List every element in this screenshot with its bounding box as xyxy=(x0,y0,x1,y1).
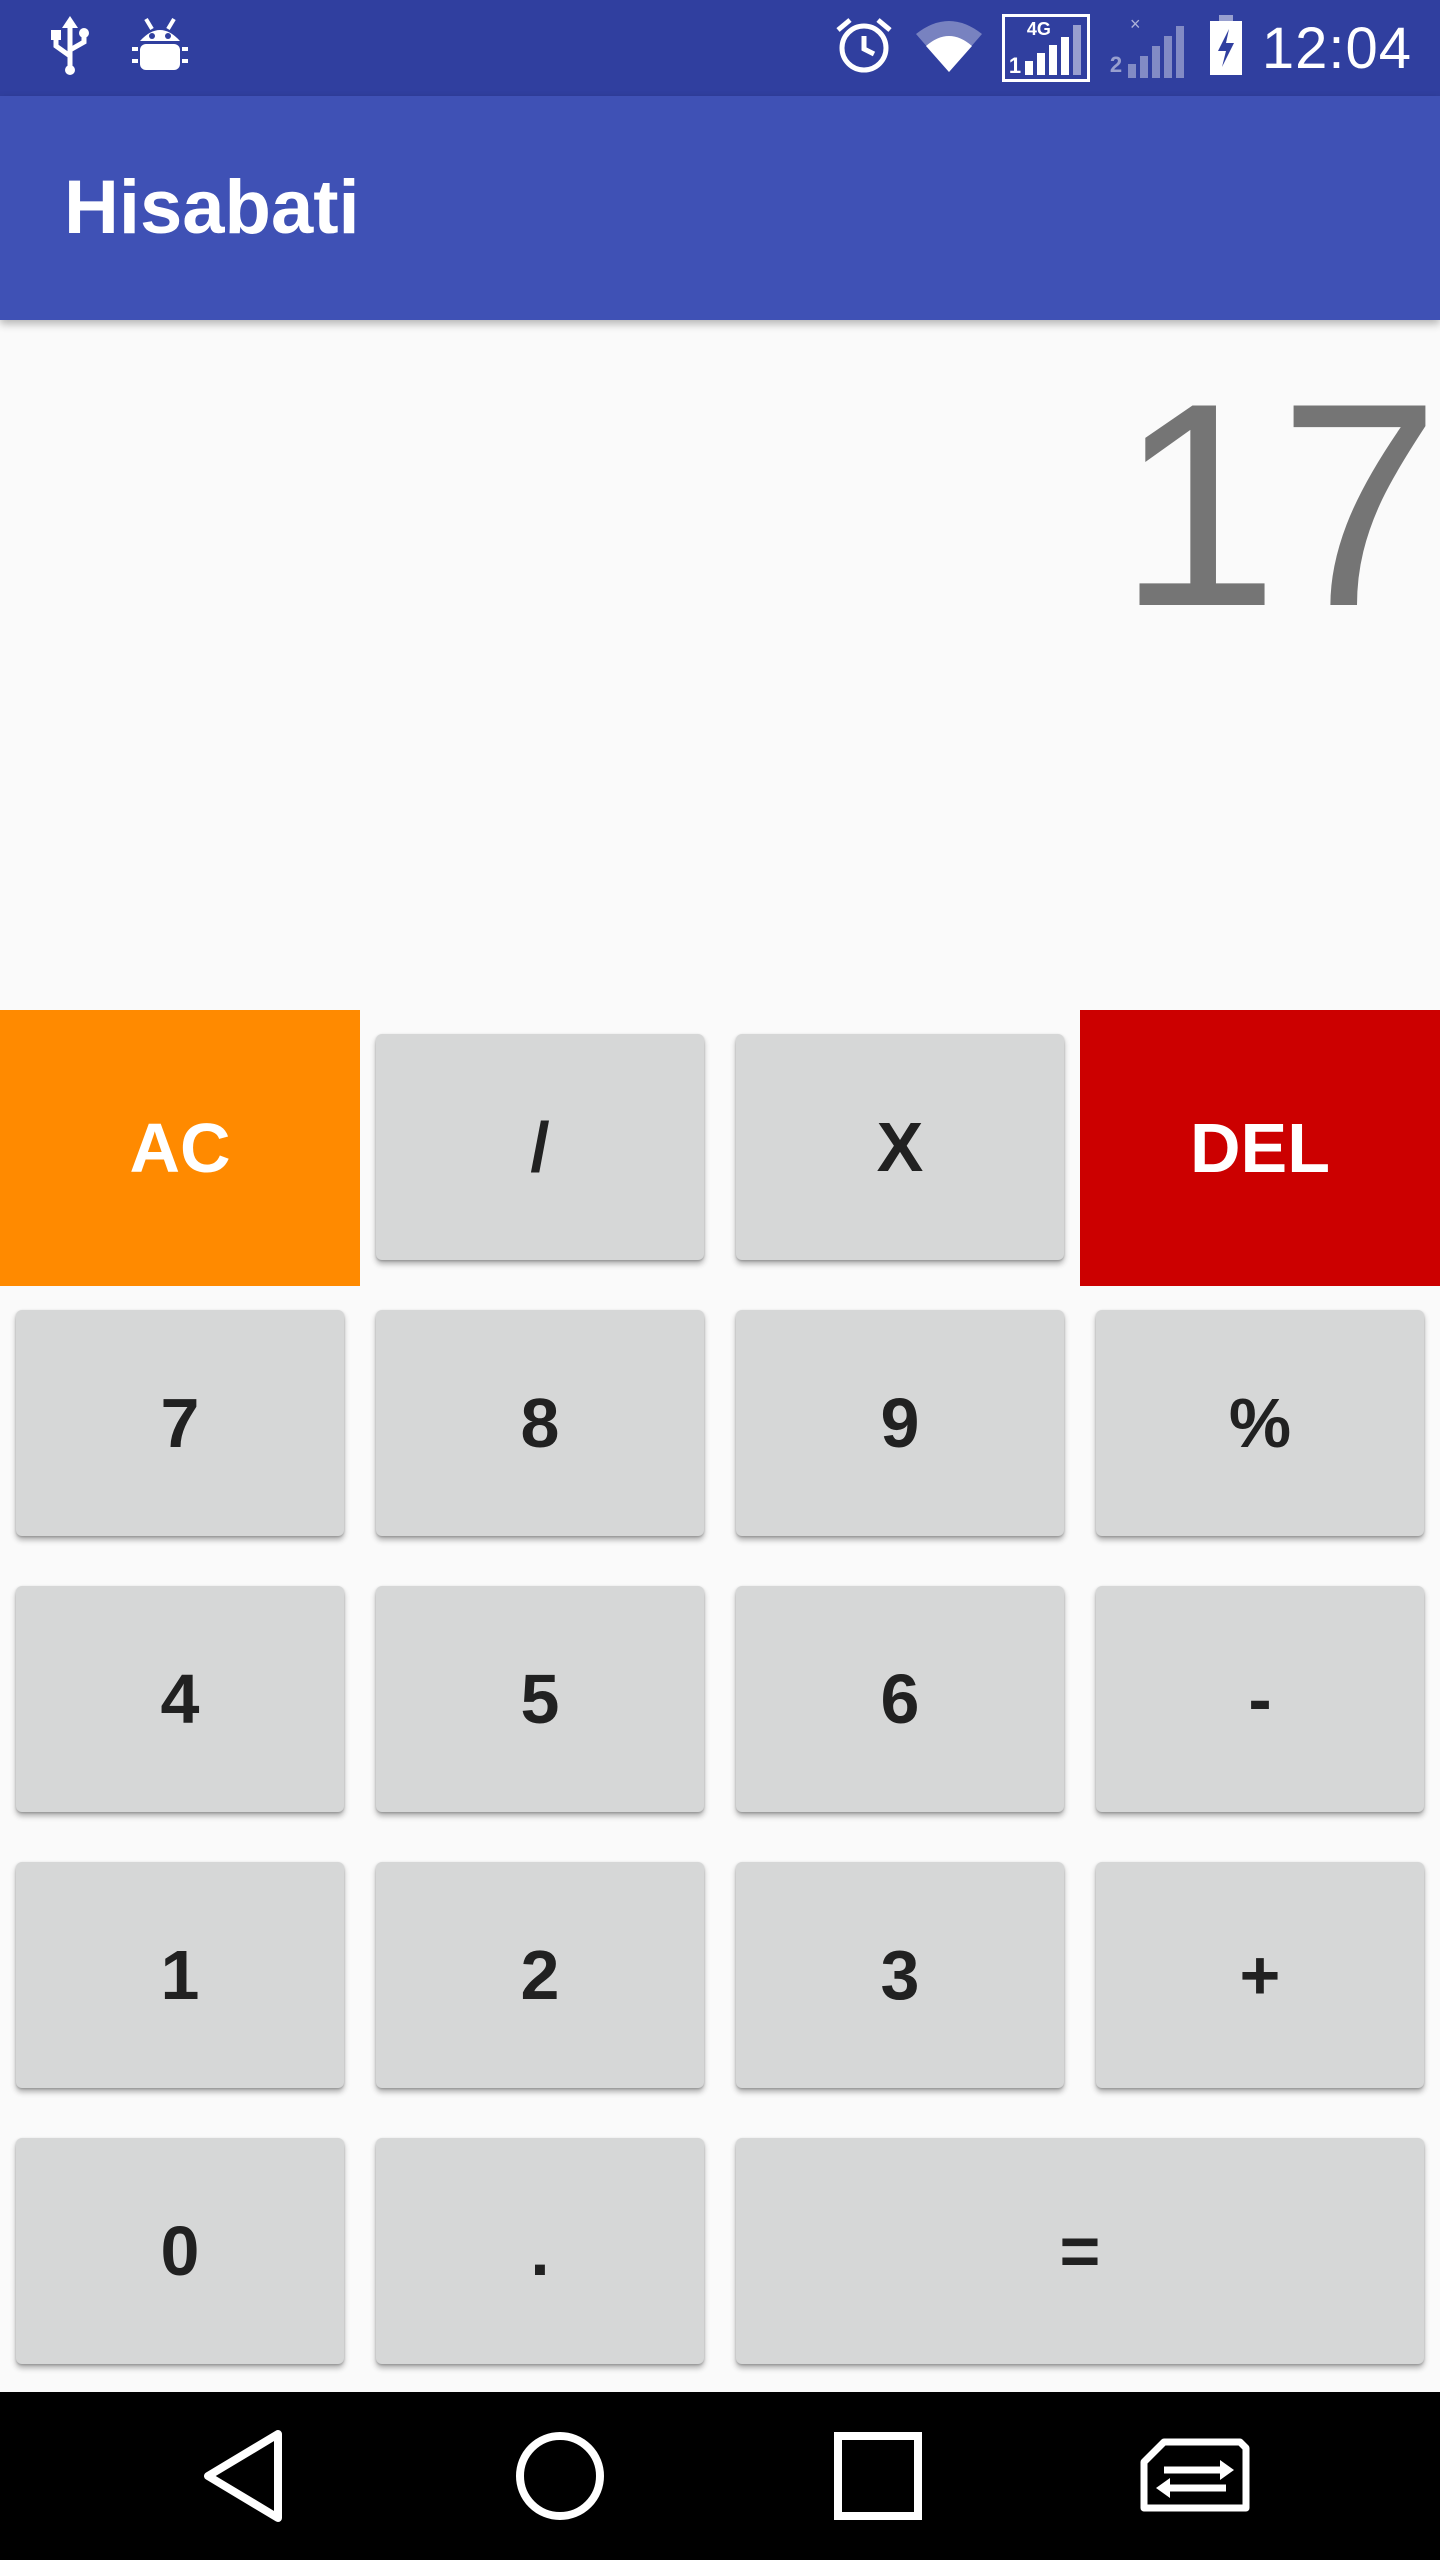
clear-all-button[interactable]: AC xyxy=(0,1010,360,1286)
navigation-bar xyxy=(0,2392,1440,2560)
digit-6-button[interactable]: 6 xyxy=(736,1586,1064,1812)
multiply-button[interactable]: X xyxy=(736,1034,1064,1260)
app-bar: Hisabati xyxy=(0,96,1440,320)
delete-button[interactable]: DEL xyxy=(1080,1010,1440,1286)
digit-4-button[interactable]: 4 xyxy=(16,1586,344,1812)
digit-9-button[interactable]: 9 xyxy=(736,1310,1064,1536)
recents-icon xyxy=(834,2432,922,2520)
home-button[interactable] xyxy=(480,2392,640,2560)
digit-2-button[interactable]: 2 xyxy=(376,1862,704,2088)
sim-switch-button[interactable] xyxy=(1115,2392,1275,2560)
digit-8-button[interactable]: 8 xyxy=(376,1310,704,1536)
keypad: AC / X DEL 7 8 9 % 4 5 6 - 1 2 3 + 0 . = xyxy=(0,0,1440,2392)
back-icon xyxy=(204,2430,282,2522)
app-title: Hisabati xyxy=(64,165,360,250)
percent-button[interactable]: % xyxy=(1096,1310,1424,1536)
home-icon xyxy=(516,2432,604,2520)
plus-button[interactable]: + xyxy=(1096,1862,1424,2088)
equals-button[interactable]: = xyxy=(736,2138,1424,2364)
digit-5-button[interactable]: 5 xyxy=(376,1586,704,1812)
digit-0-button[interactable]: 0 xyxy=(16,2138,344,2364)
decimal-point-button[interactable]: . xyxy=(376,2138,704,2364)
digit-1-button[interactable]: 1 xyxy=(16,1862,344,2088)
digit-3-button[interactable]: 3 xyxy=(736,1862,1064,2088)
divide-button[interactable]: / xyxy=(376,1034,704,1260)
digit-7-button[interactable]: 7 xyxy=(16,1310,344,1536)
back-button[interactable] xyxy=(165,2392,325,2560)
minus-button[interactable]: - xyxy=(1096,1586,1424,1812)
sim-switch-icon xyxy=(1140,2438,1250,2512)
recents-button[interactable] xyxy=(798,2392,958,2560)
